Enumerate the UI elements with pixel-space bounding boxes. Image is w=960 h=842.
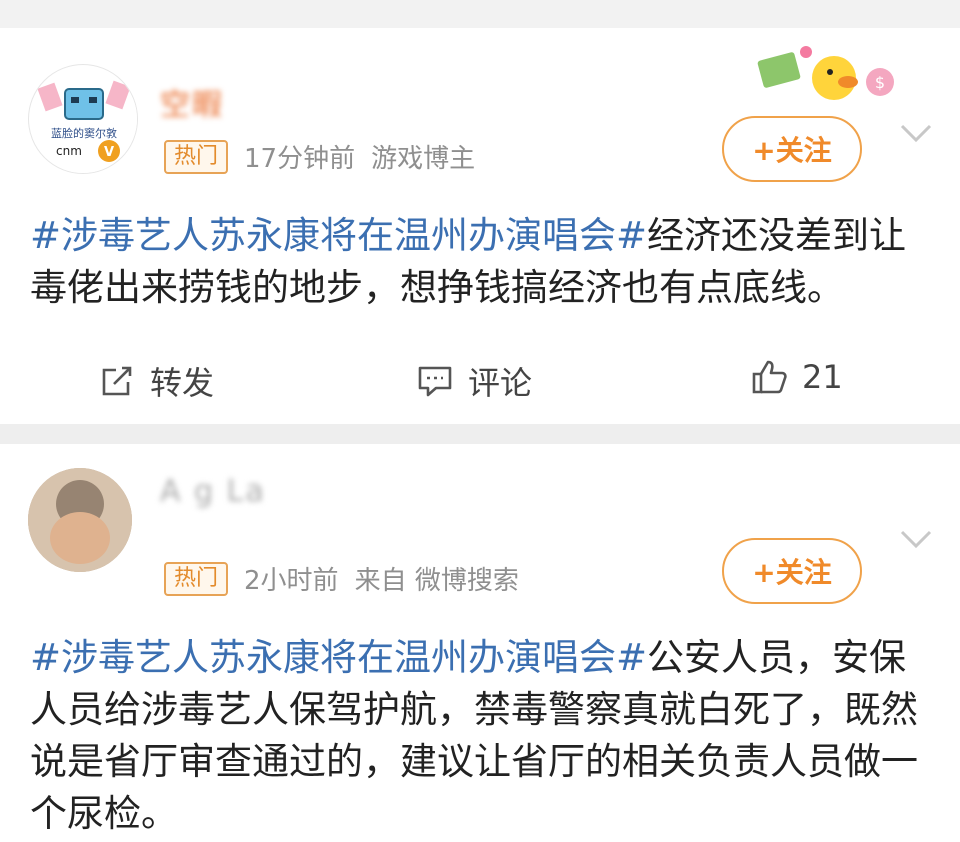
post-source: 游戏博主 (371, 144, 476, 174)
post-card: A g La 热门 2小时前 来自 微博搜索 +关注 #涉毒艺人苏永康将在温州办… (0, 444, 960, 842)
username[interactable]: A g La (160, 474, 266, 509)
post-card: 蓝脸的窦尔敦 cnm V 空暇 热门 17分钟前 游戏博主 $ +关注 #涉毒艺… (0, 28, 960, 424)
hashtag-link[interactable]: #涉毒艺人苏永康将在温州办演唱会# (30, 636, 647, 679)
svg-text:$: $ (875, 73, 885, 92)
avatar-image: 蓝脸的窦尔敦 cnm V (30, 66, 137, 173)
post-time: 2小时前 (244, 566, 339, 596)
comment-bubble-icon (418, 366, 452, 397)
avatar[interactable] (28, 468, 132, 572)
like-count: 21 (802, 358, 843, 396)
feed-divider (0, 424, 960, 444)
edit-share-icon (102, 366, 132, 396)
repost-label: 转发 (150, 364, 215, 402)
hot-badge: 热门 (164, 139, 229, 174)
comment-label: 评论 (468, 364, 533, 402)
hot-badge: 热门 (164, 561, 229, 596)
post-actions: 转发 评论 21 (0, 358, 960, 418)
post-body: #涉毒艺人苏永康将在温州办演唱会#经济还没差到让毒佬出来捞钱的地步，想挣钱搞经济… (30, 210, 932, 314)
post-meta: 热门 2小时前 来自 微博搜索 (164, 560, 519, 597)
follow-button[interactable]: +关注 (722, 538, 862, 604)
post-source: 来自 微博搜索 (354, 566, 519, 596)
post-meta: 热门 17分钟前 游戏博主 (164, 138, 475, 175)
post-time: 17分钟前 (244, 144, 356, 174)
avatar-image (28, 468, 132, 572)
repost-button[interactable]: 转发 (98, 358, 214, 404)
svg-text:V: V (104, 145, 114, 160)
chevron-down-icon[interactable] (896, 524, 936, 554)
follow-button[interactable]: +关注 (722, 116, 862, 182)
post-body: #涉毒艺人苏永康将在温州办演唱会#公安人员，安保人员给涉毒艺人保驾护航，禁毒警察… (30, 632, 932, 840)
comment-button[interactable]: 评论 (416, 358, 532, 404)
hashtag-link[interactable]: #涉毒艺人苏永康将在温州办演唱会# (30, 214, 647, 257)
avatar-label: 蓝脸的窦尔敦 (51, 126, 117, 140)
feed-top-gap (0, 0, 960, 28)
chevron-down-icon[interactable] (896, 118, 936, 148)
username[interactable]: 空暇 (160, 80, 224, 124)
thumbs-up-icon (752, 360, 787, 394)
avatar-sub: cnm (56, 144, 82, 158)
avatar[interactable]: 蓝脸的窦尔敦 cnm V (28, 64, 138, 174)
decoration-sticker-icon: $ (757, 46, 894, 100)
like-button[interactable]: 21 (750, 358, 843, 396)
